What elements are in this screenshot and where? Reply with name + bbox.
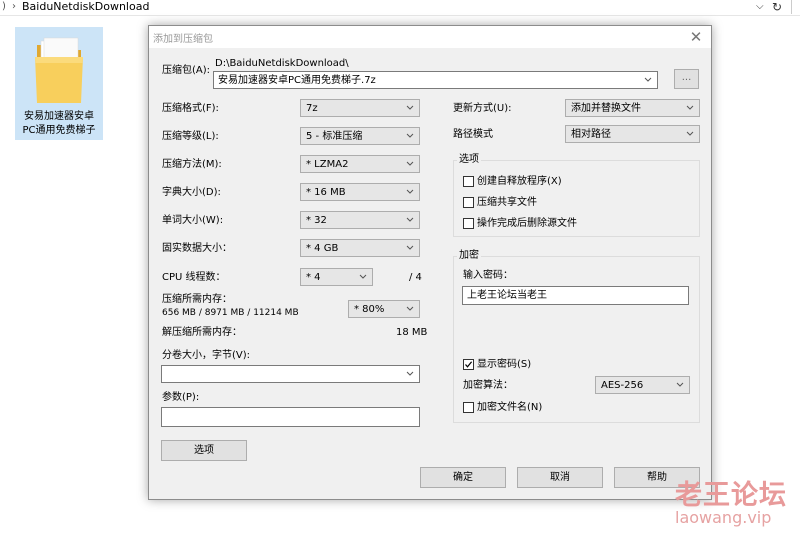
update-mode-label: 更新方式(U): — [453, 103, 512, 114]
breadcrumb-folder[interactable]: BaiduNetdiskDownload — [22, 0, 149, 14]
options-group-title: 选项 — [457, 154, 481, 166]
password-label: 输入密码： — [463, 270, 513, 281]
watermark-url: laowang.vip — [675, 508, 772, 527]
encryption-method-label: 加密算法： — [463, 380, 513, 391]
close-icon[interactable]: ✕ — [686, 27, 706, 47]
chevron-down-icon — [404, 212, 416, 228]
show-password-checkbox[interactable] — [463, 359, 474, 370]
chevron-down-icon — [404, 100, 416, 116]
folder-name: 安易加速器安卓 PC通用免费梯子 — [22, 111, 96, 136]
chevron-down-icon[interactable] — [642, 73, 654, 87]
chevron-down-icon — [674, 377, 686, 393]
breadcrumb-separator-icon: › — [12, 1, 16, 12]
volume-size-label: 分卷大小，字节(V): — [162, 350, 251, 361]
cancel-button[interactable]: 取消 — [517, 467, 603, 488]
watermark-title: 老王论坛 — [675, 480, 787, 511]
level-label: 压缩等级(L): — [162, 131, 219, 142]
chevron-down-icon — [404, 184, 416, 200]
solid-block-select[interactable]: * 4 GB — [300, 239, 420, 257]
level-select[interactable]: 5 - 标准压缩 — [300, 127, 420, 145]
cpu-threads-select[interactable]: * 4 — [300, 268, 373, 286]
archive-name-combo[interactable]: 安易加速器安卓PC通用免费梯子.7z — [213, 71, 658, 89]
add-to-archive-dialog: 添加到压缩包 ✕ 压缩包(A): D:\BaiduNetdiskDownload… — [148, 25, 712, 500]
chevron-down-icon — [684, 126, 696, 142]
dictionary-label: 字典大小(D): — [162, 187, 221, 198]
dictionary-select[interactable]: * 16 MB — [300, 183, 420, 201]
chevron-down-icon — [404, 156, 416, 172]
decompress-memory-label: 解压缩所需内存： — [162, 327, 242, 338]
encrypt-names-checkbox[interactable] — [463, 402, 474, 413]
memory-usage-select[interactable]: * 80% — [348, 300, 420, 318]
cpu-threads-label: CPU 线程数： — [162, 272, 226, 283]
chevron-icon: ) — [2, 1, 6, 12]
word-size-select[interactable]: * 32 — [300, 211, 420, 229]
refresh-icon[interactable]: ↻ — [772, 0, 782, 14]
chevron-down-icon — [684, 100, 696, 116]
sfx-label: 创建自释放程序(X) — [477, 176, 562, 187]
cpu-threads-max: / 4 — [409, 272, 422, 283]
chevron-down-icon — [404, 128, 416, 144]
decompress-memory-value: 18 MB — [396, 327, 428, 338]
delete-source-checkbox[interactable] — [463, 218, 474, 229]
checkmark-icon — [465, 361, 473, 368]
shared-files-checkbox[interactable] — [463, 197, 474, 208]
address-bar[interactable]: ) › BaiduNetdiskDownload ⌵ ↻ — [0, 0, 800, 16]
encryption-method-select[interactable]: AES-256 — [595, 376, 690, 394]
delete-source-label: 操作完成后删除源文件 — [477, 218, 577, 229]
divider — [791, 0, 792, 14]
path-mode-label: 路径模式 — [453, 129, 493, 140]
password-input[interactable]: 上老王论坛当老王 — [462, 286, 689, 305]
options-button[interactable]: 选项 — [161, 440, 247, 461]
dialog-title: 添加到压缩包 — [153, 34, 213, 45]
format-label: 压缩格式(F): — [162, 103, 219, 114]
compress-memory-label: 压缩所需内存： — [162, 294, 232, 305]
shared-files-label: 压缩共享文件 — [477, 197, 537, 208]
word-size-label: 单词大小(W): — [162, 215, 224, 226]
chevron-down-icon[interactable] — [404, 367, 416, 381]
folder-icon — [35, 37, 83, 103]
chevron-down-icon — [404, 240, 416, 256]
encrypt-names-label: 加密文件名(N) — [477, 402, 543, 413]
method-select[interactable]: * LZMA2 — [300, 155, 420, 173]
show-password-label: 显示密码(S) — [477, 359, 532, 370]
path-mode-select[interactable]: 相对路径 — [565, 125, 700, 143]
chevron-down-icon — [404, 301, 416, 317]
archive-directory: D:\BaiduNetdiskDownload\ — [215, 58, 349, 69]
update-mode-select[interactable]: 添加并替换文件 — [565, 99, 700, 117]
title-bar: 添加到压缩包 ✕ — [149, 26, 711, 48]
method-label: 压缩方法(M): — [162, 159, 222, 170]
chevron-down-icon — [357, 269, 369, 285]
solid-block-label: 固实数据大小： — [162, 243, 232, 254]
browse-button[interactable]: ... — [674, 69, 699, 89]
archive-label: 压缩包(A): — [162, 65, 211, 76]
dropdown-chevron-icon[interactable]: ⌵ — [756, 0, 764, 14]
sfx-checkbox[interactable] — [463, 176, 474, 187]
volume-size-combo[interactable] — [161, 365, 420, 383]
ok-button[interactable]: 确定 — [420, 467, 506, 488]
format-select[interactable]: 7z — [300, 99, 420, 117]
compress-memory-detail: 656 MB / 8971 MB / 11214 MB — [162, 308, 299, 318]
parameters-label: 参数(P): — [162, 392, 200, 403]
parameters-input[interactable] — [161, 407, 420, 427]
encryption-group-title: 加密 — [457, 250, 481, 262]
